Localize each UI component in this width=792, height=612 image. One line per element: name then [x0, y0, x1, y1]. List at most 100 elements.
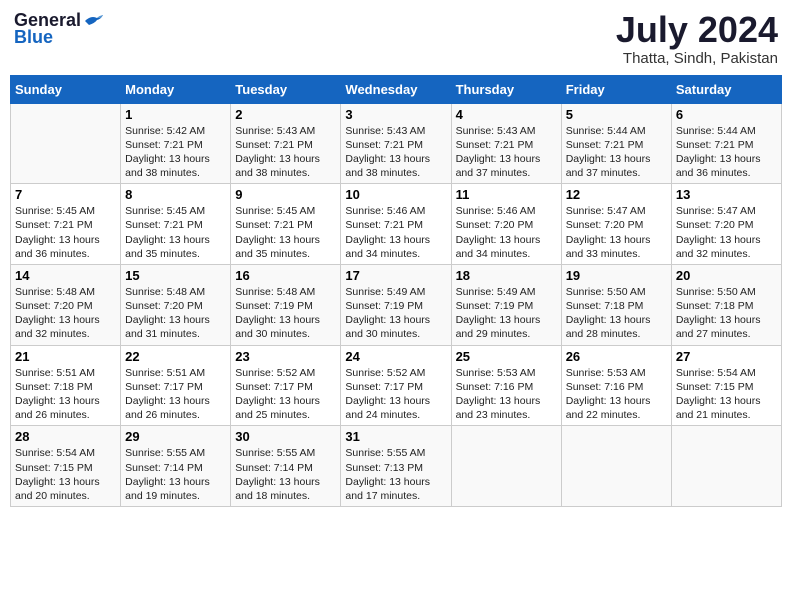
- day-info: Sunrise: 5:50 AM Sunset: 7:18 PM Dayligh…: [566, 285, 667, 342]
- col-wednesday: Wednesday: [341, 75, 451, 103]
- day-number: 6: [676, 107, 777, 122]
- table-row: 20 Sunrise: 5:50 AM Sunset: 7:18 PM Dayli…: [671, 264, 781, 345]
- day-info: Sunrise: 5:54 AM Sunset: 7:15 PM Dayligh…: [15, 446, 116, 503]
- day-info: Sunrise: 5:52 AM Sunset: 7:17 PM Dayligh…: [235, 366, 336, 423]
- table-row: 9 Sunrise: 5:45 AM Sunset: 7:21 PM Daylig…: [231, 184, 341, 265]
- table-row: 11 Sunrise: 5:46 AM Sunset: 7:20 PM Dayli…: [451, 184, 561, 265]
- day-number: 11: [456, 187, 557, 202]
- table-row: 5Sunrise: 5:44 AM Sunset: 7:21 PM Daylig…: [561, 103, 671, 184]
- table-row: 13Sunrise: 5:47 AM Sunset: 7:20 PM Dayli…: [671, 184, 781, 265]
- day-info: Sunrise: 5:55 AM Sunset: 7:14 PM Dayligh…: [235, 446, 336, 503]
- day-info: Sunrise: 5:42 AM Sunset: 7:21 PM Dayligh…: [125, 124, 226, 181]
- day-info: Sunrise: 5:43 AM Sunset: 7:21 PM Dayligh…: [345, 124, 446, 181]
- page-header: General Blue July 2024 Thatta, Sindh, Pa…: [10, 10, 782, 67]
- table-row: 1 Sunrise: 5:42 AM Sunset: 7:21 PM Daylig…: [121, 103, 231, 184]
- day-number: 8: [125, 187, 226, 202]
- calendar-table: Sunday Monday Tuesday Wednesday Thursday…: [10, 75, 782, 507]
- table-row: 31Sunrise: 5:55 AM Sunset: 7:13 PM Dayli…: [341, 426, 451, 507]
- day-info: Sunrise: 5:51 AM Sunset: 7:18 PM Dayligh…: [15, 366, 116, 423]
- table-row: 12 Sunrise: 5:47 AM Sunset: 7:20 PM Dayli…: [561, 184, 671, 265]
- table-row: 19Sunrise: 5:50 AM Sunset: 7:18 PM Dayli…: [561, 264, 671, 345]
- day-number: 2: [235, 107, 336, 122]
- table-row: 17 Sunrise: 5:49 AM Sunset: 7:19 PM Dayli…: [341, 264, 451, 345]
- calendar-header-row: Sunday Monday Tuesday Wednesday Thursday…: [11, 75, 782, 103]
- day-number: 3: [345, 107, 446, 122]
- day-info: Sunrise: 5:48 AM Sunset: 7:20 PM Dayligh…: [15, 285, 116, 342]
- table-row: 14 Sunrise: 5:48 AM Sunset: 7:20 PM Dayli…: [11, 264, 121, 345]
- logo-bird-icon: [83, 13, 105, 29]
- day-info: Sunrise: 5:45 AM Sunset: 7:21 PM Dayligh…: [235, 204, 336, 261]
- table-row: 21 Sunrise: 5:51 AM Sunset: 7:18 PM Dayli…: [11, 345, 121, 426]
- month-year-title: July 2024: [616, 10, 778, 50]
- table-row: 6 Sunrise: 5:44 AM Sunset: 7:21 PM Daylig…: [671, 103, 781, 184]
- table-row: 10 Sunrise: 5:46 AM Sunset: 7:21 PM Dayli…: [341, 184, 451, 265]
- day-info: Sunrise: 5:53 AM Sunset: 7:16 PM Dayligh…: [566, 366, 667, 423]
- day-number: 13: [676, 187, 777, 202]
- table-row: 26Sunrise: 5:53 AM Sunset: 7:16 PM Dayli…: [561, 345, 671, 426]
- day-number: 18: [456, 268, 557, 283]
- day-number: 21: [15, 349, 116, 364]
- table-row: [451, 426, 561, 507]
- col-friday: Friday: [561, 75, 671, 103]
- logo: General Blue: [14, 10, 105, 48]
- day-number: 29: [125, 429, 226, 444]
- day-info: Sunrise: 5:51 AM Sunset: 7:17 PM Dayligh…: [125, 366, 226, 423]
- day-info: Sunrise: 5:50 AM Sunset: 7:18 PM Dayligh…: [676, 285, 777, 342]
- day-info: Sunrise: 5:49 AM Sunset: 7:19 PM Dayligh…: [345, 285, 446, 342]
- day-info: Sunrise: 5:43 AM Sunset: 7:21 PM Dayligh…: [456, 124, 557, 181]
- day-info: Sunrise: 5:53 AM Sunset: 7:16 PM Dayligh…: [456, 366, 557, 423]
- col-tuesday: Tuesday: [231, 75, 341, 103]
- calendar-week-row: 21 Sunrise: 5:51 AM Sunset: 7:18 PM Dayli…: [11, 345, 782, 426]
- location-subtitle: Thatta, Sindh, Pakistan: [616, 50, 778, 67]
- table-row: 30 Sunrise: 5:55 AM Sunset: 7:14 PM Dayli…: [231, 426, 341, 507]
- col-thursday: Thursday: [451, 75, 561, 103]
- day-number: 30: [235, 429, 336, 444]
- calendar-week-row: 7Sunrise: 5:45 AM Sunset: 7:21 PM Daylig…: [11, 184, 782, 265]
- table-row: 3 Sunrise: 5:43 AM Sunset: 7:21 PM Daylig…: [341, 103, 451, 184]
- table-row: 25 Sunrise: 5:53 AM Sunset: 7:16 PM Dayli…: [451, 345, 561, 426]
- day-number: 1: [125, 107, 226, 122]
- day-info: Sunrise: 5:48 AM Sunset: 7:20 PM Dayligh…: [125, 285, 226, 342]
- day-info: Sunrise: 5:49 AM Sunset: 7:19 PM Dayligh…: [456, 285, 557, 342]
- day-info: Sunrise: 5:46 AM Sunset: 7:20 PM Dayligh…: [456, 204, 557, 261]
- table-row: 15Sunrise: 5:48 AM Sunset: 7:20 PM Dayli…: [121, 264, 231, 345]
- col-sunday: Sunday: [11, 75, 121, 103]
- day-number: 17: [345, 268, 446, 283]
- table-row: 4 Sunrise: 5:43 AM Sunset: 7:21 PM Daylig…: [451, 103, 561, 184]
- table-row: 24Sunrise: 5:52 AM Sunset: 7:17 PM Dayli…: [341, 345, 451, 426]
- day-info: Sunrise: 5:46 AM Sunset: 7:21 PM Dayligh…: [345, 204, 446, 261]
- day-number: 22: [125, 349, 226, 364]
- table-row: 22 Sunrise: 5:51 AM Sunset: 7:17 PM Dayli…: [121, 345, 231, 426]
- day-number: 25: [456, 349, 557, 364]
- day-number: 12: [566, 187, 667, 202]
- day-number: 28: [15, 429, 116, 444]
- day-info: Sunrise: 5:54 AM Sunset: 7:15 PM Dayligh…: [676, 366, 777, 423]
- table-row: 29 Sunrise: 5:55 AM Sunset: 7:14 PM Dayli…: [121, 426, 231, 507]
- table-row: 23Sunrise: 5:52 AM Sunset: 7:17 PM Dayli…: [231, 345, 341, 426]
- table-row: 8 Sunrise: 5:45 AM Sunset: 7:21 PM Daylig…: [121, 184, 231, 265]
- day-number: 9: [235, 187, 336, 202]
- table-row: [11, 103, 121, 184]
- day-info: Sunrise: 5:48 AM Sunset: 7:19 PM Dayligh…: [235, 285, 336, 342]
- table-row: 16 Sunrise: 5:48 AM Sunset: 7:19 PM Dayli…: [231, 264, 341, 345]
- day-info: Sunrise: 5:52 AM Sunset: 7:17 PM Dayligh…: [345, 366, 446, 423]
- calendar-week-row: 28 Sunrise: 5:54 AM Sunset: 7:15 PM Dayli…: [11, 426, 782, 507]
- col-monday: Monday: [121, 75, 231, 103]
- calendar-week-row: 14 Sunrise: 5:48 AM Sunset: 7:20 PM Dayli…: [11, 264, 782, 345]
- day-number: 10: [345, 187, 446, 202]
- day-info: Sunrise: 5:45 AM Sunset: 7:21 PM Dayligh…: [15, 204, 116, 261]
- day-number: 14: [15, 268, 116, 283]
- table-row: 27Sunrise: 5:54 AM Sunset: 7:15 PM Dayli…: [671, 345, 781, 426]
- day-number: 31: [345, 429, 446, 444]
- day-info: Sunrise: 5:45 AM Sunset: 7:21 PM Dayligh…: [125, 204, 226, 261]
- day-number: 4: [456, 107, 557, 122]
- table-row: [671, 426, 781, 507]
- day-info: Sunrise: 5:44 AM Sunset: 7:21 PM Dayligh…: [676, 124, 777, 181]
- day-info: Sunrise: 5:43 AM Sunset: 7:21 PM Dayligh…: [235, 124, 336, 181]
- table-row: 18 Sunrise: 5:49 AM Sunset: 7:19 PM Dayli…: [451, 264, 561, 345]
- day-info: Sunrise: 5:55 AM Sunset: 7:14 PM Dayligh…: [125, 446, 226, 503]
- day-number: 20: [676, 268, 777, 283]
- day-number: 16: [235, 268, 336, 283]
- day-info: Sunrise: 5:47 AM Sunset: 7:20 PM Dayligh…: [566, 204, 667, 261]
- day-info: Sunrise: 5:44 AM Sunset: 7:21 PM Dayligh…: [566, 124, 667, 181]
